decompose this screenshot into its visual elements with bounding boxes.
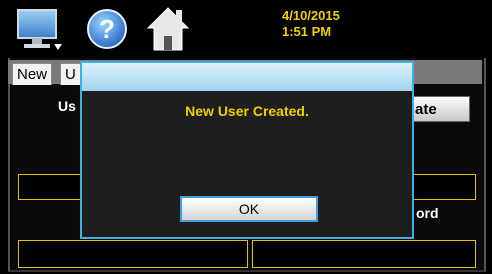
home-icon[interactable]: [146, 6, 190, 57]
ok-button[interactable]: OK: [180, 196, 318, 222]
create-button[interactable]: ate: [408, 96, 470, 122]
date-text: 4/10/2015: [282, 8, 340, 23]
svg-text:?: ?: [99, 14, 115, 44]
dialog-title-bar: [82, 63, 412, 91]
username-field-right[interactable]: [410, 174, 476, 200]
password-label: ord: [416, 205, 439, 221]
top-bar: ? 4/10/2015 1:51 PM: [0, 0, 492, 58]
user-label: Us: [58, 98, 76, 114]
help-icon[interactable]: ?: [86, 8, 128, 55]
confirm-password-field[interactable]: [252, 240, 476, 268]
username-field-left[interactable]: [18, 174, 84, 200]
monitor-icon[interactable]: [16, 8, 64, 57]
password-field[interactable]: [18, 240, 248, 268]
tab-new[interactable]: New: [12, 63, 53, 85]
date-time-display: 4/10/2015 1:51 PM: [282, 8, 340, 40]
tab-users[interactable]: U: [60, 63, 81, 85]
time-text: 1:51 PM: [282, 24, 332, 39]
dialog-message: New User Created.: [185, 103, 309, 119]
message-dialog: New User Created. OK: [80, 61, 414, 239]
